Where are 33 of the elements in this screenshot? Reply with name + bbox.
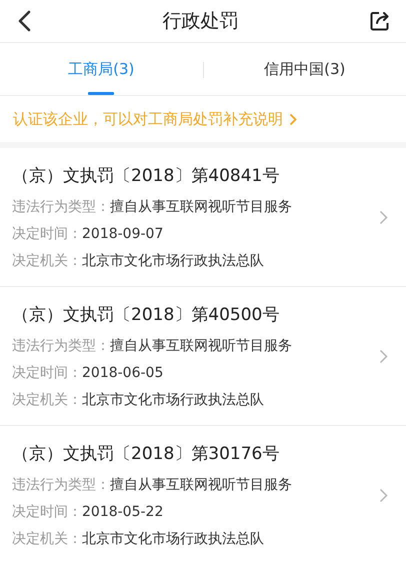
record-item[interactable]: （京）文执罚〔2018〕第40500号 违法行为类型：擅自从事互联网视听节目服务 决定时间：2018-06-05 决定机关：北京市文化市场行政执法总队 — [0, 287, 406, 426]
field-label: 违法行为类型： — [12, 477, 110, 493]
field-value: 擅自从事互联网视听节目服务 — [110, 199, 292, 215]
field-label: 违法行为类型： — [12, 199, 110, 215]
field-label: 决定时间： — [12, 504, 82, 520]
tab[interactable]: 信用中国(3) — [262, 43, 348, 95]
field-value: 北京市文化市场行政执法总队 — [82, 531, 264, 547]
field-label: 决定机关： — [12, 253, 82, 269]
record-item[interactable]: （京）文执罚〔2018〕第30176号 违法行为类型：擅自从事互联网视听节目服务 决定时间：2018-05-22 决定机关：北京市文化市场行政执法总队 — [0, 426, 406, 562]
record-title: （京）文执罚〔2018〕第30176号 — [12, 443, 280, 465]
record-item[interactable]: （京）文执罚〔2018〕第40841号 违法行为类型：擅自从事互联网视听节目服务 决定时间：2018-09-07 决定机关：北京市文化市场行政执法总队 — [0, 148, 406, 287]
field-label: 决定时间： — [12, 365, 82, 381]
field-value: 擅自从事互联网视听节目服务 — [110, 338, 292, 354]
field-value: 2018-09-07 — [82, 226, 164, 242]
field-label: 决定机关： — [12, 531, 82, 547]
field-value: 2018-05-22 — [82, 504, 164, 520]
field-label: 决定机关： — [12, 392, 82, 408]
page-title: 行政处罚 — [162, 9, 238, 34]
chevron-right-icon — [379, 488, 388, 502]
back-icon[interactable] — [17, 10, 31, 32]
field-label: 违法行为类型： — [12, 338, 110, 354]
tab[interactable]: 工商局(3) — [66, 43, 136, 95]
chevron-right-icon — [379, 348, 388, 364]
field-value: 2018-06-05 — [82, 365, 164, 381]
chevron-right-icon — [289, 112, 297, 126]
share-icon[interactable] — [370, 11, 390, 31]
field-value: 擅自从事互联网视听节目服务 — [110, 477, 292, 493]
chevron-right-icon — [379, 210, 388, 224]
record-title: （京）文执罚〔2018〕第40500号 — [12, 304, 280, 326]
field-value: 北京市文化市场行政执法总队 — [82, 392, 264, 408]
record-title: （京）文执罚〔2018〕第40841号 — [12, 165, 280, 187]
field-value: 北京市文化市场行政执法总队 — [82, 253, 264, 269]
field-label: 决定时间： — [12, 226, 82, 242]
